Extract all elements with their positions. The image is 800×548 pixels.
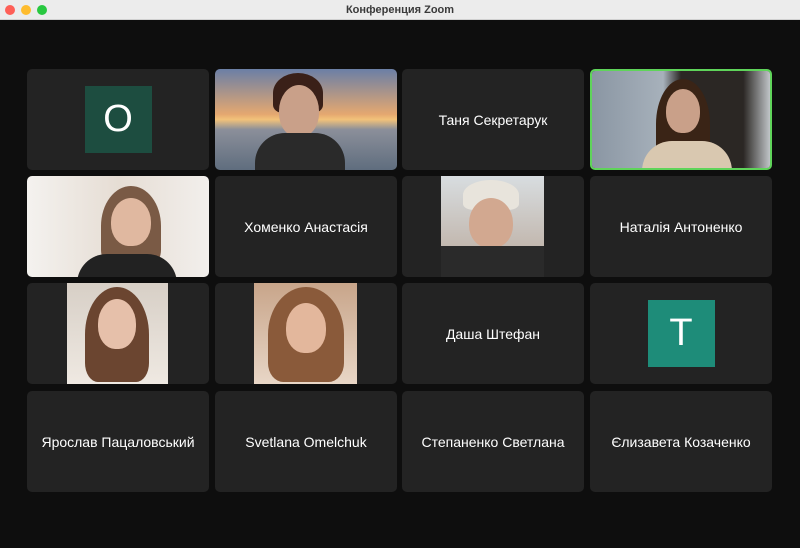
participant-video-tile[interactable] (27, 283, 209, 384)
participant-tile[interactable]: Svetlana Omelchuk (215, 391, 397, 492)
participant-tile[interactable]: Степаненко Светлана (402, 391, 584, 492)
participant-tile[interactable]: Таня Секретарук (402, 69, 584, 170)
participant-name: Даша Штефан (445, 325, 541, 342)
participant-tile[interactable]: Наталія Антоненко (590, 176, 772, 277)
participant-video (67, 283, 168, 384)
maximize-button[interactable] (37, 5, 47, 15)
participant-video-tile[interactable] (215, 69, 397, 170)
avatar: T (647, 300, 715, 367)
window-title: Конференция Zoom (345, 3, 455, 16)
participant-name: Хоменко Анастасія (244, 218, 368, 235)
minimize-button[interactable] (21, 5, 31, 15)
active-speaker-video-tile[interactable] (590, 69, 772, 170)
participant-video (254, 283, 357, 384)
participant-tile[interactable]: O (27, 69, 209, 170)
participant-name: Таня Секретарук (438, 111, 548, 128)
participant-video (592, 71, 770, 168)
avatar: O (84, 86, 152, 153)
participant-video-tile[interactable] (27, 176, 209, 277)
participant-video (215, 69, 397, 170)
participant-tile[interactable]: Даша Штефан (402, 283, 584, 384)
window-titlebar: Конференция Zoom (0, 0, 800, 20)
participant-name: Степаненко Светлана (421, 433, 565, 450)
window-controls (5, 5, 47, 15)
participant-video (441, 176, 544, 277)
participant-tile[interactable]: T (590, 283, 772, 384)
participant-tile[interactable]: Хоменко Анастасія (215, 176, 397, 277)
participant-video-tile[interactable] (215, 283, 397, 384)
participant-tile[interactable]: Єлизавета Козаченко (590, 391, 772, 492)
close-button[interactable] (5, 5, 15, 15)
participant-name: Наталія Антоненко (619, 218, 743, 235)
participant-name: Svetlana Omelchuk (245, 433, 367, 450)
participant-name: Ярослав Пацаловський (41, 433, 195, 450)
participant-tile[interactable]: Ярослав Пацаловський (27, 391, 209, 492)
participant-name: Єлизавета Козаченко (611, 433, 751, 450)
participant-video-tile[interactable] (402, 176, 584, 277)
participant-video (27, 176, 209, 277)
